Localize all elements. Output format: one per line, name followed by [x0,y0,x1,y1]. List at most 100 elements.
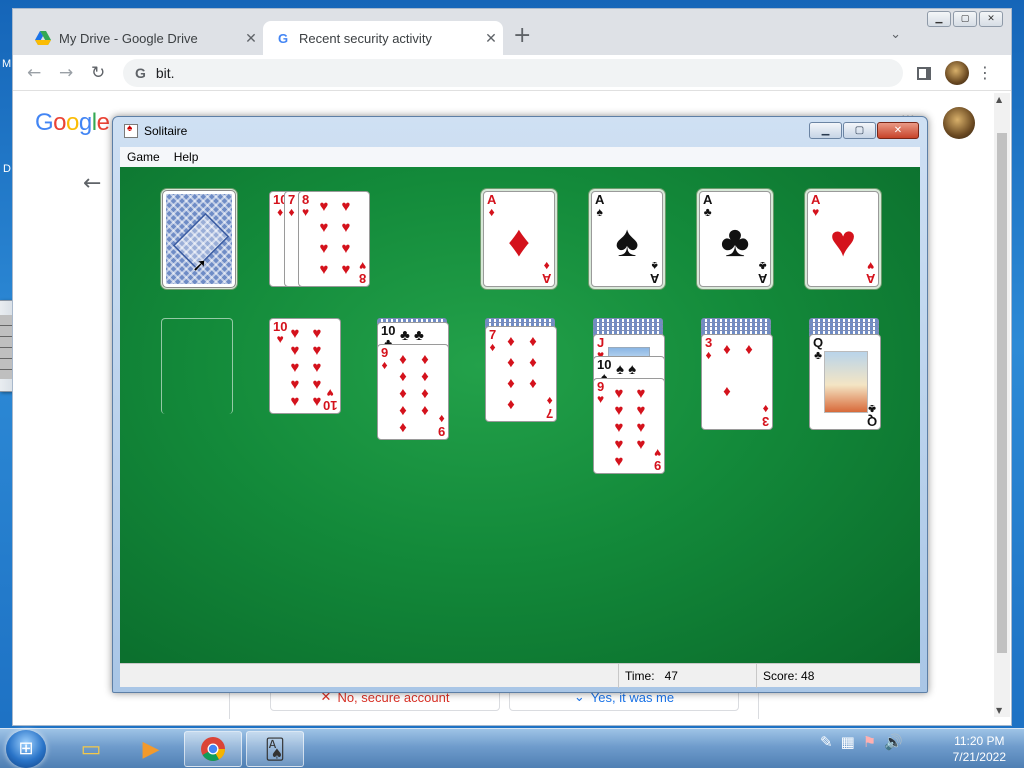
game-table: ➚ 10 ♦ 7 ♦ 8 ♥ ♥ ♥ ♥ ♥ ♥ ♥ ♥ ♥ 8 ♥ A ♦ ♦ A ♦ A ♠ ♠ A ♠ A ♣ ♣ A ♣ A… [120,167,920,663]
card-pips: ♦ ♦ ♦ ♦ ♦ ♦ ♦ ♦ ♦ [399,351,429,436]
card-rank-bottom: 3 ♦ [761,402,769,429]
browser-toolbar: ← → ↻ G bit. ⋮ [13,55,1011,91]
card-suit-large: ♠ [615,217,639,266]
windows-explorer-icon[interactable]: ▭ [62,731,120,767]
foundation-pile[interactable]: A ♦ ♦ A ♦ [483,191,555,287]
google-g-icon: G [135,65,146,81]
chrome-icon[interactable] [184,731,242,767]
tableau-card-top[interactable]: 9 ♥ ♥ ♥ ♥ ♥ ♥ ♥ ♥ ♥ ♥ 9 ♥ [593,378,665,474]
close-tab-icon[interactable]: ✕ [479,30,503,47]
chevron-down-icon[interactable]: ⌄ [890,27,901,42]
foundation-pile[interactable]: A ♣ ♣ A ♣ [699,191,771,287]
waste-card-top[interactable]: 8 ♥ ♥ ♥ ♥ ♥ ♥ ♥ ♥ ♥ 8 ♥ [298,191,370,287]
maximize-button[interactable]: ▢ [953,11,977,27]
card-rank-bottom: 10 ♥ [322,386,337,413]
reload-icon[interactable]: ↻ [91,63,105,83]
card-rank-bottom: A ♠ [649,259,659,286]
tableau-card-top[interactable]: 9 ♦ ♦ ♦ ♦ ♦ ♦ ♦ ♦ ♦ ♦ 9 ♦ [377,344,449,440]
close-button[interactable]: ✕ [877,122,919,139]
card-suit-large: ♥ [829,217,857,266]
system-tray: ✎ ▦ ⚑ 🔊 [820,733,903,751]
more-menu-icon[interactable]: ⋮ [977,63,993,82]
window-title: Solitaire [144,124,188,138]
solitaire-icon[interactable]: 🂡 [246,731,304,767]
score-display: Score: 48 [756,664,920,688]
card-rank: 9 ♦ [381,345,389,372]
tableau-card-top[interactable]: Q ♣ Q ♣ [809,334,881,430]
address-bar[interactable]: G bit. [123,59,903,87]
account-avatar[interactable] [943,107,975,139]
card-pips: ♥ ♥ ♥ ♥ ♥ ♥ ♥ ♥ ♥ ♥ [290,325,322,410]
network-icon[interactable]: ▦ [841,733,855,751]
card-rank: 3 ♦ [705,335,713,362]
google-g-icon: G [277,30,289,46]
side-panel-icon[interactable] [917,67,931,80]
close-tab-icon[interactable]: ✕ [239,30,263,47]
menu-help[interactable]: Help [167,150,206,164]
tab-title: Recent security activity [299,30,432,46]
solitaire-window: Solitaire ▁ ▢ ✕ Game Help ➚ 10♦ 7♦ 8♥ ♥♥… [112,116,928,693]
foundation-pile[interactable]: A ♠ ♠ A ♠ [591,191,663,287]
solitaire-app-icon [124,123,138,138]
card-rank-bottom: 9 ♥ [653,446,661,473]
close-button[interactable]: ✕ [979,11,1003,27]
desktop-icon-label: M [2,58,12,70]
desktop-icon-label: D [3,163,11,175]
tableau-card-top[interactable]: 3 ♦ ♦ ♦ ♦ 3 ♦ [701,334,773,430]
volume-icon[interactable]: 🔊 [884,733,903,751]
clock-time: 11:20 PM [954,734,1005,748]
card-suit-large: ♣ [720,217,750,266]
window-controls: ▁ ▢ ✕ [809,122,919,139]
menu-game[interactable]: Game [120,150,167,164]
taskbar: ⊞ ▭ ▶ 🂡 ✎ ▦ ⚑ 🔊 11:20 PM 7/21/2022 [0,728,1024,768]
card-rank: A ♦ [487,192,497,219]
card-rank: Q ♣ [813,335,824,362]
media-player-icon[interactable]: ▶ [122,731,180,767]
card-rank-bottom: 7 ♦ [545,394,553,421]
time-value: 47 [664,669,678,683]
tableau-card-top[interactable]: 7 ♦ ♦ ♦ ♦ ♦ ♦ ♦ ♦ 7 ♦ [485,326,557,422]
card-pips: ♦ ♦ ♦ [723,341,753,400]
tab-title: My Drive - Google Drive [59,30,198,46]
start-button[interactable]: ⊞ [6,730,46,768]
page-back-icon[interactable]: ← [83,171,101,196]
card-top-pips: ♠ ♠ [616,361,637,378]
tableau-card-top[interactable]: 10 ♥ ♥ ♥ ♥ ♥ ♥ ♥ ♥ ♥ ♥ ♥ 10 ♥ [269,318,341,414]
page-scrollbar[interactable]: ▲ ▼ [994,93,1010,717]
maximize-button[interactable]: ▢ [843,122,876,139]
profile-avatar[interactable] [945,61,969,85]
mouse-cursor-icon: ➚ [192,255,208,276]
tab-my-drive[interactable]: My Drive - Google Drive ✕ [23,21,263,55]
window-controls: ▁ ▢ ✕ [927,11,1003,27]
card-rank-bottom: 9 ♦ [437,412,445,439]
tab-security-activity[interactable]: G Recent security activity ✕ [263,21,503,55]
title-bar[interactable]: Solitaire [113,117,927,145]
card-rank: A ♠ [595,192,605,219]
time-label: Time: [625,669,655,683]
minimize-button[interactable]: ▁ [927,11,951,27]
action-center-icon[interactable]: ⚑ [863,733,876,751]
clock-date: 7/21/2022 [952,750,1006,764]
status-bar: Time: 47 Score: 48 [120,663,920,688]
google-drive-icon [35,30,51,46]
clock[interactable]: 11:20 PM 7/21/2022 [953,733,1006,765]
google-logo: Google [35,109,110,136]
card-pips: ♥ ♥ ♥ ♥ ♥ ♥ ♥ ♥ [319,198,351,278]
card-rank-bottom: A ♣ [757,259,767,286]
scrollbar-thumb[interactable] [997,133,1007,653]
foundation-pile[interactable]: A ♥ ♥ A ♥ [807,191,879,287]
forward-icon[interactable]: → [59,63,73,83]
card-suit-large: ♦ [507,217,531,266]
empty-tableau-slot[interactable] [161,318,233,414]
back-icon[interactable]: ← [27,63,41,83]
new-tab-button[interactable]: + [513,25,531,47]
card-rank: 7 ♦ [489,327,497,354]
time-display: Time: 47 [618,664,756,688]
card-rank-bottom: A ♥ [865,259,875,286]
scroll-up-icon[interactable]: ▲ [996,95,1002,104]
card-rank-bottom: Q ♣ [866,402,877,429]
minimize-button[interactable]: ▁ [809,122,842,139]
scroll-down-icon[interactable]: ▼ [996,706,1002,715]
card-rank: A ♥ [811,192,821,219]
pen-input-icon[interactable]: ✎ [820,733,833,751]
